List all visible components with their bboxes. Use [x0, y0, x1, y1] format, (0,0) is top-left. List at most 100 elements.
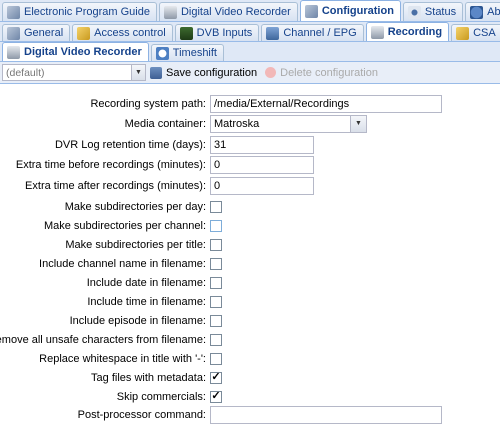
tab-label: Channel / EPG	[283, 27, 357, 39]
retention-label: DVR Log retention time (days):	[54, 138, 206, 151]
save-configuration-label: Save configuration	[166, 66, 258, 79]
wrench-icon	[7, 26, 20, 40]
media-container-label: Media container:	[124, 117, 206, 130]
postprocessor-label: Post-processor command:	[77, 408, 206, 421]
tv-icon	[266, 26, 280, 40]
config-tab-channel-epg[interactable]: Channel / EPG	[261, 24, 364, 41]
media-container-select[interactable]: Matroska ▼	[210, 114, 367, 133]
drive-icon	[370, 25, 384, 39]
retention-row: DVR Log retention time (days): 31	[0, 135, 500, 154]
checkbox-label: Make subdirectories per channel:	[43, 219, 206, 232]
checkbox-label: Remove all unsafe characters from filena…	[0, 333, 206, 346]
option-checkbox[interactable]	[210, 200, 222, 213]
checkbox-label: Replace whitespace in title with '-':	[39, 352, 206, 365]
tab-label: Configuration	[321, 5, 394, 17]
checkbox-label: Tag files with metadata:	[91, 371, 206, 384]
option-checkbox[interactable]	[210, 352, 222, 365]
main-tab-configuration[interactable]: Configuration	[299, 0, 401, 21]
tab-label: DVB Inputs	[196, 27, 253, 39]
config-tab-recording[interactable]: Recording	[365, 22, 450, 41]
wrench-icon	[7, 5, 20, 19]
config-select[interactable]: (default) ▼	[2, 64, 146, 81]
checkbox-row: Make subdirectories per day:	[0, 197, 500, 216]
checkbox-label: Include channel name in filename:	[39, 257, 206, 270]
recording-path-row: Recording system path: /media/External/R…	[0, 94, 500, 113]
option-checkbox[interactable]	[210, 295, 222, 308]
config-select-value: (default)	[6, 66, 45, 79]
tab-label: About	[487, 6, 500, 18]
info-icon	[470, 5, 484, 19]
recording-path-input[interactable]: /media/External/Recordings	[210, 94, 442, 113]
delete-configuration-label: Delete configuration	[280, 66, 378, 79]
main-tab-digital-video-recorder[interactable]: Digital Video Recorder	[158, 2, 298, 21]
chevron-down-icon[interactable]: ▼	[131, 65, 145, 80]
extra-before-row: Extra time before recordings (minutes): …	[0, 155, 500, 174]
checkbox-label: Skip commercials:	[116, 390, 206, 403]
checkbox-row: Make subdirectories per title:	[0, 235, 500, 254]
option-checkbox[interactable]	[210, 276, 222, 289]
config-tab-csa[interactable]: CSA	[451, 24, 500, 41]
option-checkbox[interactable]	[210, 238, 222, 251]
extra-after-label: Extra time after recordings (minutes):	[25, 179, 206, 192]
postprocessor-input[interactable]	[210, 405, 442, 424]
delete-configuration-button[interactable]: Delete configuration	[265, 67, 378, 79]
checkbox-row: Include date in filename:	[0, 273, 500, 292]
tab-label: Digital Video Recorder	[24, 46, 142, 58]
option-checkbox[interactable]: ✓	[210, 371, 222, 384]
media-container-value: Matroska	[214, 117, 260, 130]
checkbox-label: Include date in filename:	[86, 276, 206, 289]
eye-icon	[407, 5, 421, 19]
config-tab-bar: General Access control DVB Inputs Channel /…	[0, 22, 500, 42]
main-tab-about[interactable]: About	[465, 2, 500, 21]
checkbox-label: Make subdirectories per day:	[64, 200, 206, 213]
clock-icon	[155, 46, 169, 60]
recording-tab-digital-video-recorder[interactable]: Digital Video Recorder	[2, 42, 149, 61]
config-tab-dvb-inputs[interactable]: DVB Inputs	[174, 24, 260, 41]
retention-input[interactable]: 31	[210, 135, 314, 154]
checkmark-icon: ✓	[211, 371, 221, 383]
tab-label: Status	[424, 6, 457, 18]
extra-before-input[interactable]: 0	[210, 155, 314, 174]
media-container-row: Media container: Matroska ▼	[0, 114, 500, 133]
main-tab-electronic-program-guide[interactable]: Electronic Program Guide	[2, 2, 157, 21]
toolbar: (default) ▼ Save configuration Delete co…	[0, 62, 500, 84]
key-icon	[456, 26, 470, 40]
option-checkbox[interactable]	[210, 219, 222, 232]
checkbox-row: Remove all unsafe characters from filena…	[0, 330, 500, 349]
tab-label: General	[24, 27, 64, 39]
option-checkbox[interactable]	[210, 314, 222, 327]
main-tab-bar: Electronic Program Guide Digital Video Re…	[0, 0, 500, 22]
extra-after-input[interactable]: 0	[210, 176, 314, 195]
config-tab-general[interactable]: General	[2, 24, 71, 41]
delete-icon	[265, 67, 277, 78]
config-tab-access-control[interactable]: Access control	[72, 24, 173, 41]
main-tab-status[interactable]: Status	[402, 2, 464, 21]
key-icon	[77, 26, 91, 40]
tab-label: Recording	[387, 26, 443, 38]
tab-label: Digital Video Recorder	[180, 6, 291, 18]
tab-label: Access control	[94, 27, 166, 39]
option-checkbox[interactable]	[210, 257, 222, 270]
option-checkbox[interactable]	[210, 333, 222, 346]
option-checkbox[interactable]: ✓	[210, 390, 222, 403]
save-configuration-button[interactable]: Save configuration	[150, 66, 258, 79]
tab-label: CSA	[473, 27, 496, 39]
extra-before-label: Extra time before recordings (minutes):	[15, 158, 206, 171]
recording-path-label: Recording system path:	[90, 97, 206, 110]
checkmark-icon: ✓	[211, 390, 221, 402]
checkbox-row: Include time in filename:	[0, 292, 500, 311]
chevron-down-icon[interactable]: ▼	[350, 115, 366, 132]
recording-tab-bar: Digital Video Recorder Timeshift	[0, 42, 500, 62]
tab-label: Electronic Program Guide	[24, 6, 150, 18]
checkbox-label: Include episode in filename:	[69, 314, 206, 327]
checkbox-row: Tag files with metadata: ✓	[0, 368, 500, 387]
drive-icon	[7, 45, 20, 59]
recording-tab-timeshift[interactable]: Timeshift	[150, 44, 224, 61]
checkbox-row: Make subdirectories per channel:	[0, 216, 500, 235]
tab-label: Timeshift	[172, 47, 217, 59]
wrench-icon	[304, 4, 318, 18]
checkbox-label: Make subdirectories per title:	[65, 238, 206, 251]
checkbox-row: Skip commercials: ✓	[0, 387, 500, 406]
drive-icon	[163, 5, 177, 19]
chip-icon	[179, 26, 193, 40]
